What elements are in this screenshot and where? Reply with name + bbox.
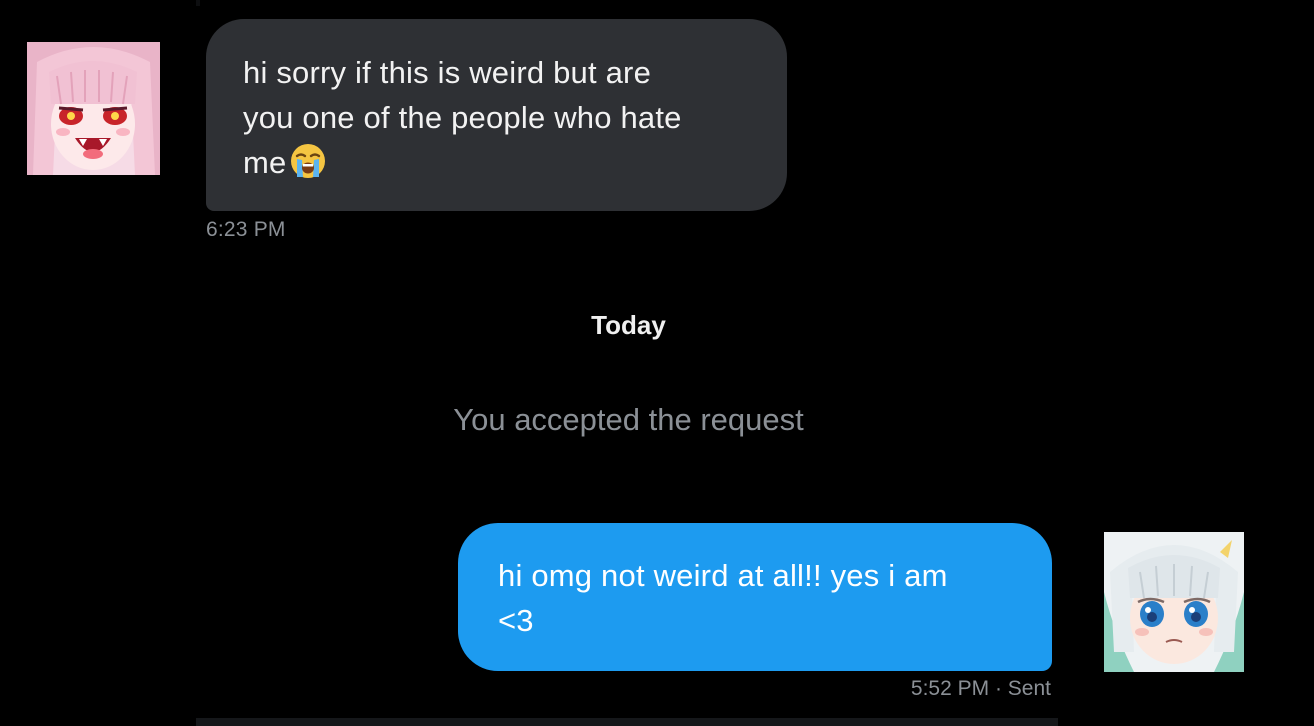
date-divider: Today [591, 310, 666, 340]
outgoing-message-meta: 5:52 PM · Sent [911, 677, 1051, 701]
own-avatar[interactable] [1104, 532, 1244, 672]
outgoing-message-bubble[interactable]: hi omg not weird at all!! yes i am <3 [458, 523, 1052, 671]
loudly-crying-face-emoji-icon [288, 143, 328, 191]
incoming-message-bubble[interactable]: hi sorry if this is weird but are you on… [206, 19, 787, 211]
outgoing-message-text: hi omg not weird at all!! yes i am <3 [498, 558, 948, 638]
white-haired-anime-avatar-image [1104, 532, 1244, 672]
top-edge [196, 0, 200, 6]
meta-separator: · [989, 677, 1008, 700]
dm-conversation: hi sorry if this is weird but are you on… [0, 0, 1314, 726]
outgoing-message-timestamp: 5:52 PM [910, 677, 990, 700]
outgoing-message-status: Sent [1007, 677, 1051, 700]
request-accepted-notice: You accepted the request [453, 402, 804, 437]
incoming-message-timestamp: 6:23 PM [206, 218, 286, 241]
sender-avatar[interactable] [27, 42, 160, 175]
pink-anime-avatar-image [27, 42, 160, 175]
bottom-edge [196, 718, 1058, 726]
